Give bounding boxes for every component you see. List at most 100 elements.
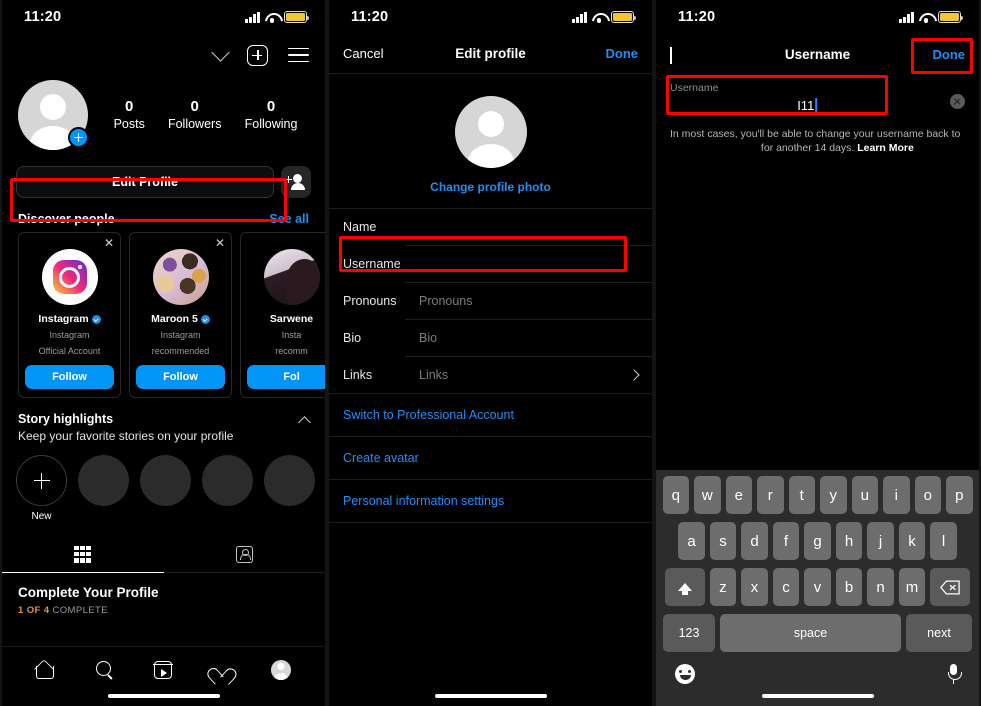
stat-posts[interactable]: 0 Posts xyxy=(114,97,145,133)
discover-card[interactable]: ✕ Maroon 5 Instagram recommended Follow xyxy=(129,232,232,398)
change-profile-photo-link[interactable]: Change profile photo xyxy=(329,180,652,194)
profile-avatar[interactable] xyxy=(18,80,89,150)
follow-button[interactable]: Fol xyxy=(247,365,325,389)
key-u[interactable]: u xyxy=(851,476,878,514)
signal-bars-icon xyxy=(245,11,260,23)
field-placeholder: Bio xyxy=(419,331,438,345)
key-r[interactable]: r xyxy=(757,476,784,514)
key-j[interactable]: j xyxy=(867,522,894,560)
field-row-bio[interactable]: Bio Bio xyxy=(329,320,652,356)
highlight-new[interactable]: New xyxy=(16,455,67,522)
key-e[interactable]: e xyxy=(725,476,752,514)
username-helper-text: In most cases, you'll be able to change … xyxy=(656,119,979,155)
discover-card[interactable]: Sarwene Insta recomm Fol xyxy=(240,232,325,398)
discover-people-button[interactable] xyxy=(281,166,311,198)
switch-professional-account-link[interactable]: Switch to Professional Account xyxy=(329,394,652,437)
username-input[interactable]: Username I11 xyxy=(670,82,944,115)
emoji-icon[interactable] xyxy=(675,664,695,684)
heart-icon[interactable] xyxy=(212,661,231,678)
numbers-key[interactable]: 123 xyxy=(663,614,715,652)
learn-more-link[interactable]: Learn More xyxy=(857,142,914,154)
avatar-image[interactable] xyxy=(454,96,527,168)
discover-cards-row[interactable]: ✕ Instagram Instagram Official Account F… xyxy=(2,232,325,398)
create-avatar-link[interactable]: Create avatar xyxy=(329,437,652,480)
key-f[interactable]: f xyxy=(772,522,800,560)
see-all-link[interactable]: See all xyxy=(269,212,309,226)
key-i[interactable]: i xyxy=(883,476,910,514)
key-w[interactable]: w xyxy=(694,476,721,514)
follow-button[interactable]: Follow xyxy=(136,365,225,389)
profile-photo-section: Change profile photo xyxy=(329,74,652,209)
field-row-pronouns[interactable]: Pronouns Pronouns xyxy=(329,283,652,319)
backspace-key[interactable] xyxy=(930,568,971,606)
signal-bars-icon xyxy=(899,11,914,23)
key-z[interactable]: z xyxy=(709,568,737,606)
field-row-username[interactable]: Username xyxy=(329,246,652,282)
follow-button[interactable]: Follow xyxy=(25,365,114,389)
account-switch-button[interactable] xyxy=(211,43,230,62)
stat-following[interactable]: 0 Following xyxy=(245,97,298,133)
key-h[interactable]: h xyxy=(835,522,863,560)
key-m[interactable]: m xyxy=(898,568,926,606)
chevron-up-icon[interactable] xyxy=(298,416,311,429)
highlight-placeholder[interactable] xyxy=(264,455,315,506)
status-bar: 11:20 xyxy=(2,0,325,34)
home-indicator xyxy=(107,694,220,698)
menu-button[interactable] xyxy=(288,47,309,63)
home-icon[interactable] xyxy=(36,661,56,679)
key-c[interactable]: c xyxy=(772,568,800,606)
search-icon[interactable] xyxy=(96,660,114,679)
key-s[interactable]: s xyxy=(709,522,737,560)
clear-icon[interactable] xyxy=(950,94,965,109)
tab-tagged[interactable] xyxy=(164,536,326,572)
reels-icon[interactable] xyxy=(153,660,173,679)
back-button[interactable] xyxy=(670,46,718,64)
done-button[interactable]: Done xyxy=(590,46,639,61)
add-story-badge-icon[interactable] xyxy=(68,127,89,148)
close-icon[interactable]: ✕ xyxy=(104,237,114,249)
card-name-row: Maroon 5 xyxy=(136,313,225,325)
next-key[interactable]: next xyxy=(906,614,972,652)
key-g[interactable]: g xyxy=(804,522,831,560)
personal-info-settings-link[interactable]: Personal information settings xyxy=(329,480,652,523)
key-p[interactable]: p xyxy=(946,476,973,514)
stats-group: 0 Posts 0 Followers 0 Following xyxy=(88,97,309,133)
shift-key[interactable] xyxy=(664,568,705,606)
highlight-placeholder[interactable] xyxy=(78,455,129,506)
highlight-placeholder[interactable] xyxy=(140,455,191,506)
profile-avatar-icon[interactable] xyxy=(271,659,291,680)
key-b[interactable]: b xyxy=(835,568,863,606)
field-row-name[interactable]: Name xyxy=(329,209,652,245)
key-n[interactable]: n xyxy=(867,568,894,606)
stat-followers[interactable]: 0 Followers xyxy=(168,97,222,133)
close-icon[interactable]: ✕ xyxy=(215,237,225,249)
space-key[interactable]: space xyxy=(720,614,901,652)
key-y[interactable]: y xyxy=(820,476,847,514)
screenshot-stage: 11:20 0 Posts 0 Followers 0 Following Ed… xyxy=(0,0,981,706)
card-name-row: Instagram xyxy=(25,313,114,325)
key-v[interactable]: v xyxy=(804,568,831,606)
key-o[interactable]: o xyxy=(914,476,941,514)
key-q[interactable]: q xyxy=(662,476,689,514)
username-input-row[interactable]: Username I11 xyxy=(656,74,979,119)
highlight-placeholder[interactable] xyxy=(202,455,253,506)
key-d[interactable]: d xyxy=(741,522,768,560)
tab-grid[interactable] xyxy=(2,536,164,573)
create-new-button[interactable] xyxy=(247,44,268,66)
key-k[interactable]: k xyxy=(898,522,926,560)
field-row-links[interactable]: Links Links xyxy=(329,357,652,393)
progress-suffix: COMPLETE xyxy=(52,605,108,616)
status-time: 11:20 xyxy=(24,9,62,25)
key-a[interactable]: a xyxy=(678,522,705,560)
on-screen-keyboard: q w e r t y u i o p a s d f g h j k l z … xyxy=(656,470,979,706)
verified-badge-icon xyxy=(200,314,210,324)
cancel-button[interactable]: Cancel xyxy=(343,46,391,61)
done-button[interactable]: Done xyxy=(917,47,965,62)
discover-card[interactable]: ✕ Instagram Instagram Official Account F… xyxy=(18,232,121,398)
edit-profile-button[interactable]: Edit Profile xyxy=(16,166,274,198)
key-x[interactable]: x xyxy=(741,568,768,606)
complete-profile-section[interactable]: Complete Your Profile 1 OF 4 COMPLETE xyxy=(2,573,325,616)
key-t[interactable]: t xyxy=(788,476,815,514)
key-l[interactable]: l xyxy=(930,522,957,560)
microphone-icon[interactable] xyxy=(947,664,962,684)
